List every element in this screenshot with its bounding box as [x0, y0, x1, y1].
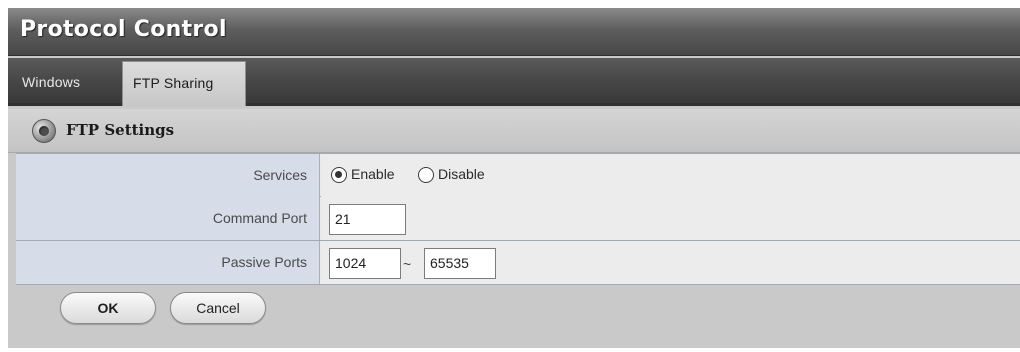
- ftp-settings-icon: [32, 119, 56, 143]
- tab-bar: Windows FTP Sharing: [8, 58, 1020, 106]
- command-port-input[interactable]: 21: [329, 204, 406, 235]
- services-row: Services Enable Disable: [16, 153, 1020, 197]
- disable-radio-label[interactable]: Disable: [438, 166, 485, 182]
- ok-button[interactable]: OK: [60, 292, 156, 324]
- enable-radio-label[interactable]: Enable: [351, 166, 395, 182]
- disable-radio[interactable]: [418, 167, 434, 183]
- services-label: Services: [16, 154, 320, 197]
- tab-windows[interactable]: Windows: [12, 61, 116, 103]
- passive-port-end-input[interactable]: 65535: [424, 248, 496, 279]
- services-value: Enable Disable: [321, 154, 1020, 197]
- tab-ftp-sharing[interactable]: FTP Sharing: [122, 61, 246, 106]
- window-title: Protocol Control: [20, 17, 227, 42]
- command-port-row: Command Port 21: [16, 197, 1020, 241]
- command-port-label: Command Port: [16, 197, 320, 240]
- title-bar: Protocol Control: [8, 8, 1020, 56]
- protocol-control-panel: Protocol Control Windows FTP Sharing FTP…: [8, 8, 1020, 348]
- enable-radio[interactable]: [331, 167, 347, 183]
- command-port-value: 21: [321, 197, 1020, 240]
- range-separator: ~: [403, 256, 412, 272]
- passive-ports-value: 1024 ~ 65535: [321, 241, 1020, 284]
- ftp-settings-header: FTP Settings: [8, 109, 1020, 153]
- cancel-button[interactable]: Cancel: [170, 292, 266, 324]
- passive-ports-label: Passive Ports: [16, 241, 320, 284]
- section-title: FTP Settings: [66, 121, 175, 139]
- ftp-settings-form: Services Enable Disable Command Port 21 …: [16, 153, 1020, 285]
- passive-ports-row: Passive Ports 1024 ~ 65535: [16, 241, 1020, 285]
- action-buttons: OK Cancel: [8, 291, 1020, 331]
- passive-port-start-input[interactable]: 1024: [329, 248, 401, 279]
